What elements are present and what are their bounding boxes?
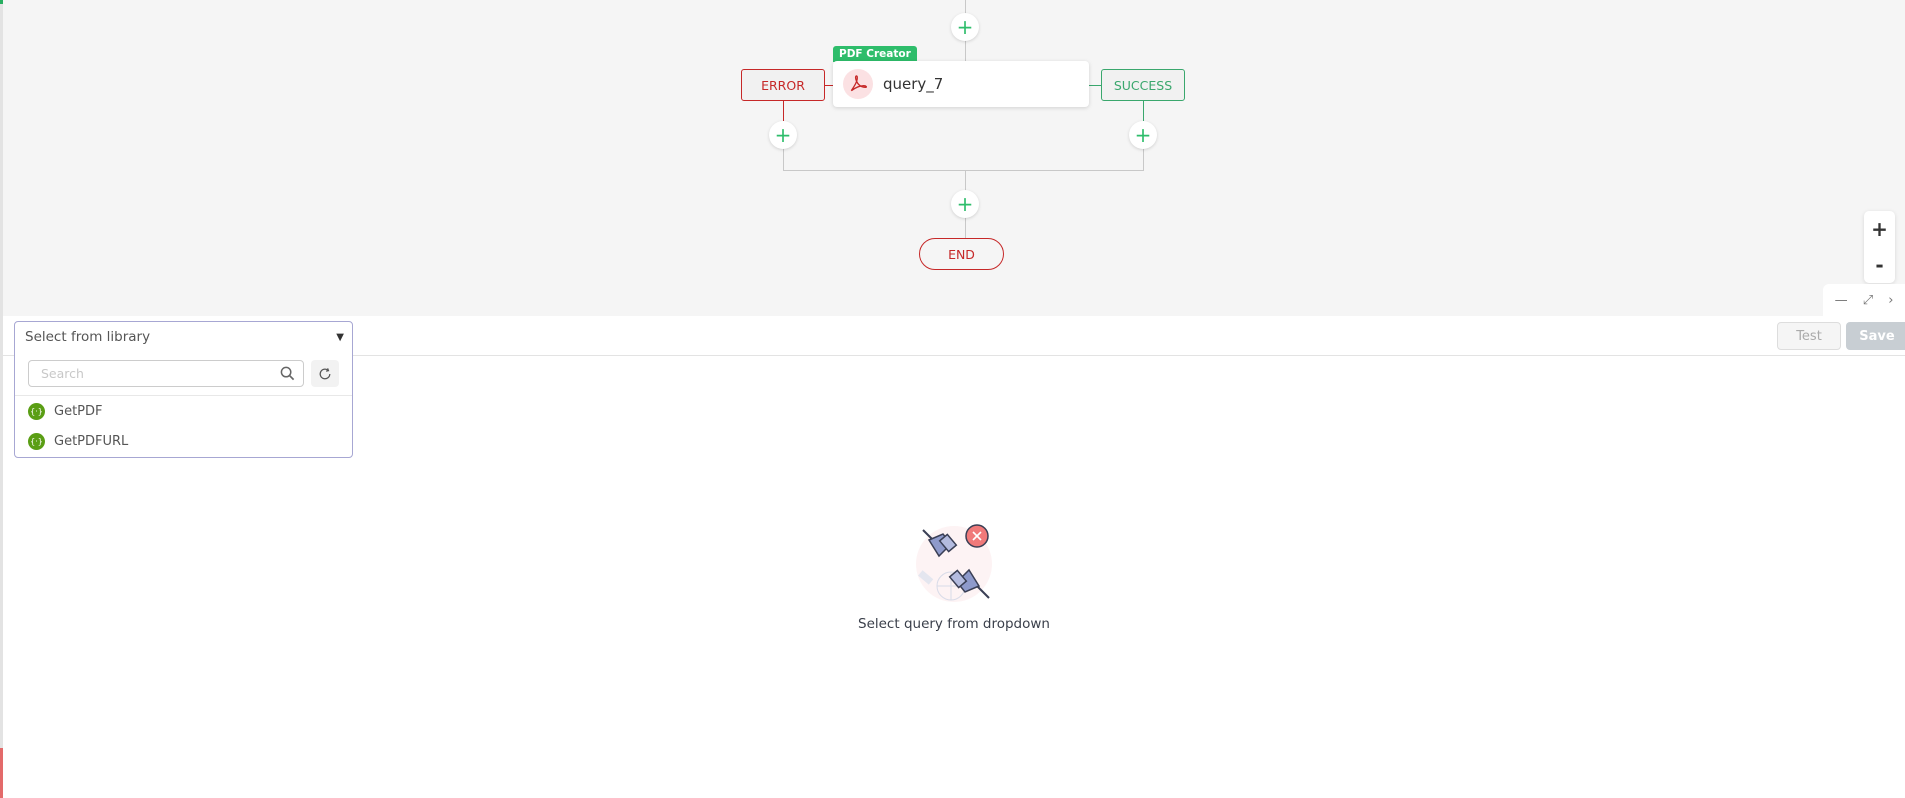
success-branch[interactable]: SUCCESS: [1101, 69, 1185, 101]
zoom-in-button[interactable]: +: [1871, 219, 1888, 239]
connector-success-down: [1143, 101, 1144, 121]
save-button[interactable]: Save: [1846, 322, 1905, 350]
query-panel: Test Save Select from library ▼ {·} GetP…: [3, 316, 1905, 798]
flow-canvas[interactable]: + + + + PDF Creator query_7 ERROR SUCCES…: [3, 0, 1905, 316]
status-mark-green: [0, 0, 3, 4]
end-node: END: [919, 238, 1004, 270]
minimize-icon[interactable]: —: [1835, 293, 1848, 308]
library-search-row: [15, 352, 352, 396]
library-item[interactable]: {·} GetPDFURL: [15, 426, 352, 456]
empty-state-message: Select query from dropdown: [858, 616, 1050, 632]
library-select-label: Select from library: [25, 329, 151, 345]
connector-success: [1089, 85, 1101, 86]
zoom-controls: + -: [1864, 211, 1895, 283]
collapse-icon[interactable]: ›: [1888, 293, 1893, 308]
add-step-button-error[interactable]: +: [769, 121, 797, 149]
left-edge-strip: [0, 0, 3, 798]
flow-node-query[interactable]: query_7: [833, 61, 1089, 107]
add-step-button-success[interactable]: +: [1129, 121, 1157, 149]
library-item-label: GetPDFURL: [54, 433, 129, 449]
disconnected-plugs-illustration: [916, 524, 992, 602]
expand-icon[interactable]: ⤢: [1863, 293, 1873, 308]
library-search-input[interactable]: [41, 366, 281, 381]
connector-error-down: [783, 101, 784, 121]
library-item-label: GetPDF: [54, 403, 103, 419]
add-step-button-top[interactable]: +: [951, 13, 979, 41]
status-mark-red: [0, 748, 3, 798]
node-title: query_7: [883, 75, 944, 93]
plus-icon: +: [956, 15, 974, 39]
api-braces-icon: {·}: [28, 402, 45, 420]
plus-icon: +: [774, 123, 792, 147]
test-button[interactable]: Test: [1777, 322, 1841, 350]
acrobat-pdf-icon: [843, 69, 873, 99]
connector-error-merge: [783, 148, 784, 170]
plus-icon: +: [1134, 123, 1152, 147]
connector-merge-line: [783, 170, 1144, 171]
connector-success-merge: [1143, 148, 1144, 170]
chevron-down-icon: ▼: [336, 331, 344, 343]
library-search-box[interactable]: [28, 360, 305, 387]
panel-controls: — ⤢ ›: [1823, 284, 1905, 316]
node-type-tag: PDF Creator: [833, 46, 917, 62]
library-item[interactable]: {·} GetPDF: [15, 396, 352, 426]
api-braces-icon: {·}: [28, 432, 45, 450]
empty-state: Select query from dropdown: [3, 520, 1905, 632]
library-dropdown[interactable]: Select from library ▼ {·} GetPDF {·} Get…: [14, 321, 353, 458]
add-step-button-bottom[interactable]: +: [951, 190, 979, 218]
error-branch[interactable]: ERROR: [741, 69, 825, 101]
zoom-out-button[interactable]: -: [1875, 255, 1883, 275]
refresh-icon: [319, 367, 331, 379]
plus-icon: +: [956, 192, 974, 216]
library-select[interactable]: Select from library ▼: [15, 322, 352, 352]
search-icon: [280, 366, 295, 381]
connector-error: [825, 85, 833, 86]
refresh-button[interactable]: [311, 360, 339, 387]
